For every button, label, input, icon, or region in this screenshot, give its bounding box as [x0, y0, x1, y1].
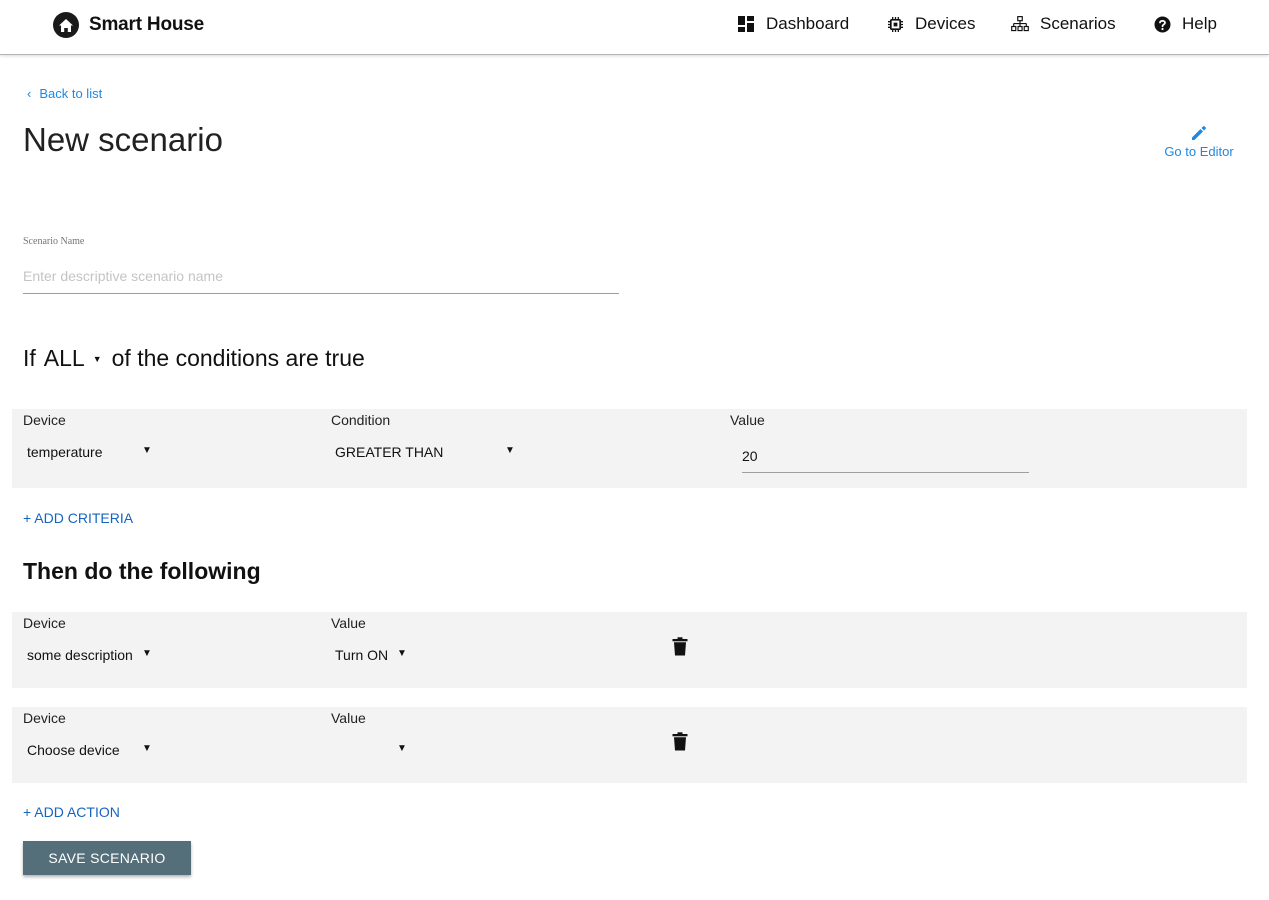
caret-down-icon: ▼ — [397, 743, 407, 754]
value-column-label: Value — [730, 412, 765, 428]
page-title: New scenario — [23, 121, 223, 158]
back-to-list-link[interactable]: ‹ Back to list — [27, 86, 102, 101]
device-column-label: Device — [23, 710, 66, 726]
chevron-left-icon: ‹ — [27, 86, 32, 101]
back-to-list-label: Back to list — [39, 86, 103, 101]
condition-device-select[interactable]: temperature ▼ — [27, 444, 152, 460]
condition-operator-value: GREATER THAN — [335, 444, 444, 460]
trash-icon[interactable] — [672, 732, 688, 751]
action-device-select[interactable]: Choose device ▼ — [27, 742, 152, 758]
nav-help[interactable]: Help — [1153, 14, 1217, 34]
action-device-select[interactable]: some description ▼ — [27, 647, 152, 663]
condition-operator-select[interactable]: GREATER THAN ▼ — [335, 444, 515, 460]
device-column-label: Device — [23, 412, 66, 428]
action-value-value: Turn ON — [335, 647, 389, 663]
action-value-select[interactable]: ▼ — [335, 742, 407, 758]
nav-scenarios-label: Scenarios — [1040, 14, 1116, 33]
top-navbar: Smart House Dashboard Devices Scenarios … — [0, 0, 1269, 55]
conditions-heading-suffix: of the conditions are true — [111, 345, 365, 371]
condition-column-label: Condition — [331, 412, 391, 428]
caret-down-icon: ▼ — [92, 353, 102, 364]
caret-down-icon: ▼ — [505, 445, 515, 456]
condition-value-input[interactable] — [742, 440, 1029, 473]
caret-down-icon: ▼ — [142, 743, 152, 754]
pencil-icon — [1192, 126, 1206, 140]
nav-dashboard-label: Dashboard — [766, 14, 850, 33]
nav-help-label: Help — [1182, 14, 1217, 33]
help-circle-icon — [1153, 15, 1171, 33]
add-action-button[interactable]: + ADD ACTION — [23, 804, 120, 820]
condition-row: Device Condition Value temperature ▼ GRE… — [12, 409, 1247, 488]
action-device-value: some description — [27, 647, 133, 663]
action-device-value: Choose device — [27, 742, 120, 758]
dashboard-icon — [737, 15, 755, 33]
add-criteria-button[interactable]: + ADD CRITERIA — [23, 510, 133, 526]
caret-down-icon: ▼ — [142, 445, 152, 456]
scenario-name-label: Scenario Name — [23, 236, 85, 247]
conditions-heading: If ALL ▼ of the conditions are true — [23, 345, 365, 372]
conditions-heading-prefix: If — [23, 345, 36, 371]
scenario-name-input[interactable] — [23, 259, 619, 294]
main-nav: Dashboard Devices Scenarios Help — [0, 14, 1269, 36]
action-row: Device Value Choose device ▼ ▼ — [12, 707, 1247, 783]
chip-icon — [886, 15, 904, 33]
trash-icon[interactable] — [672, 637, 688, 656]
device-column-label: Device — [23, 615, 66, 631]
value-column-label: Value — [331, 710, 366, 726]
caret-down-icon: ▼ — [397, 648, 407, 659]
condition-device-value: temperature — [27, 444, 103, 460]
nav-devices-label: Devices — [915, 14, 976, 33]
save-scenario-button[interactable]: SAVE SCENARIO — [23, 841, 191, 875]
nav-scenarios[interactable]: Scenarios — [1011, 14, 1116, 34]
value-column-label: Value — [331, 615, 366, 631]
caret-down-icon: ▼ — [142, 648, 152, 659]
action-value-select[interactable]: Turn ON ▼ — [335, 647, 407, 663]
go-to-editor-label: Go to Editor — [1164, 144, 1234, 159]
sitemap-icon — [1011, 15, 1029, 33]
quantifier-value: ALL — [43, 345, 85, 371]
nav-dashboard[interactable]: Dashboard — [737, 14, 849, 34]
go-to-editor-button[interactable]: Go to Editor — [1160, 124, 1238, 159]
quantifier-select[interactable]: ALL ▼ — [44, 345, 102, 372]
nav-devices[interactable]: Devices — [886, 14, 975, 34]
action-row: Device Value some description ▼ Turn ON … — [12, 612, 1247, 688]
actions-heading: Then do the following — [23, 558, 261, 584]
